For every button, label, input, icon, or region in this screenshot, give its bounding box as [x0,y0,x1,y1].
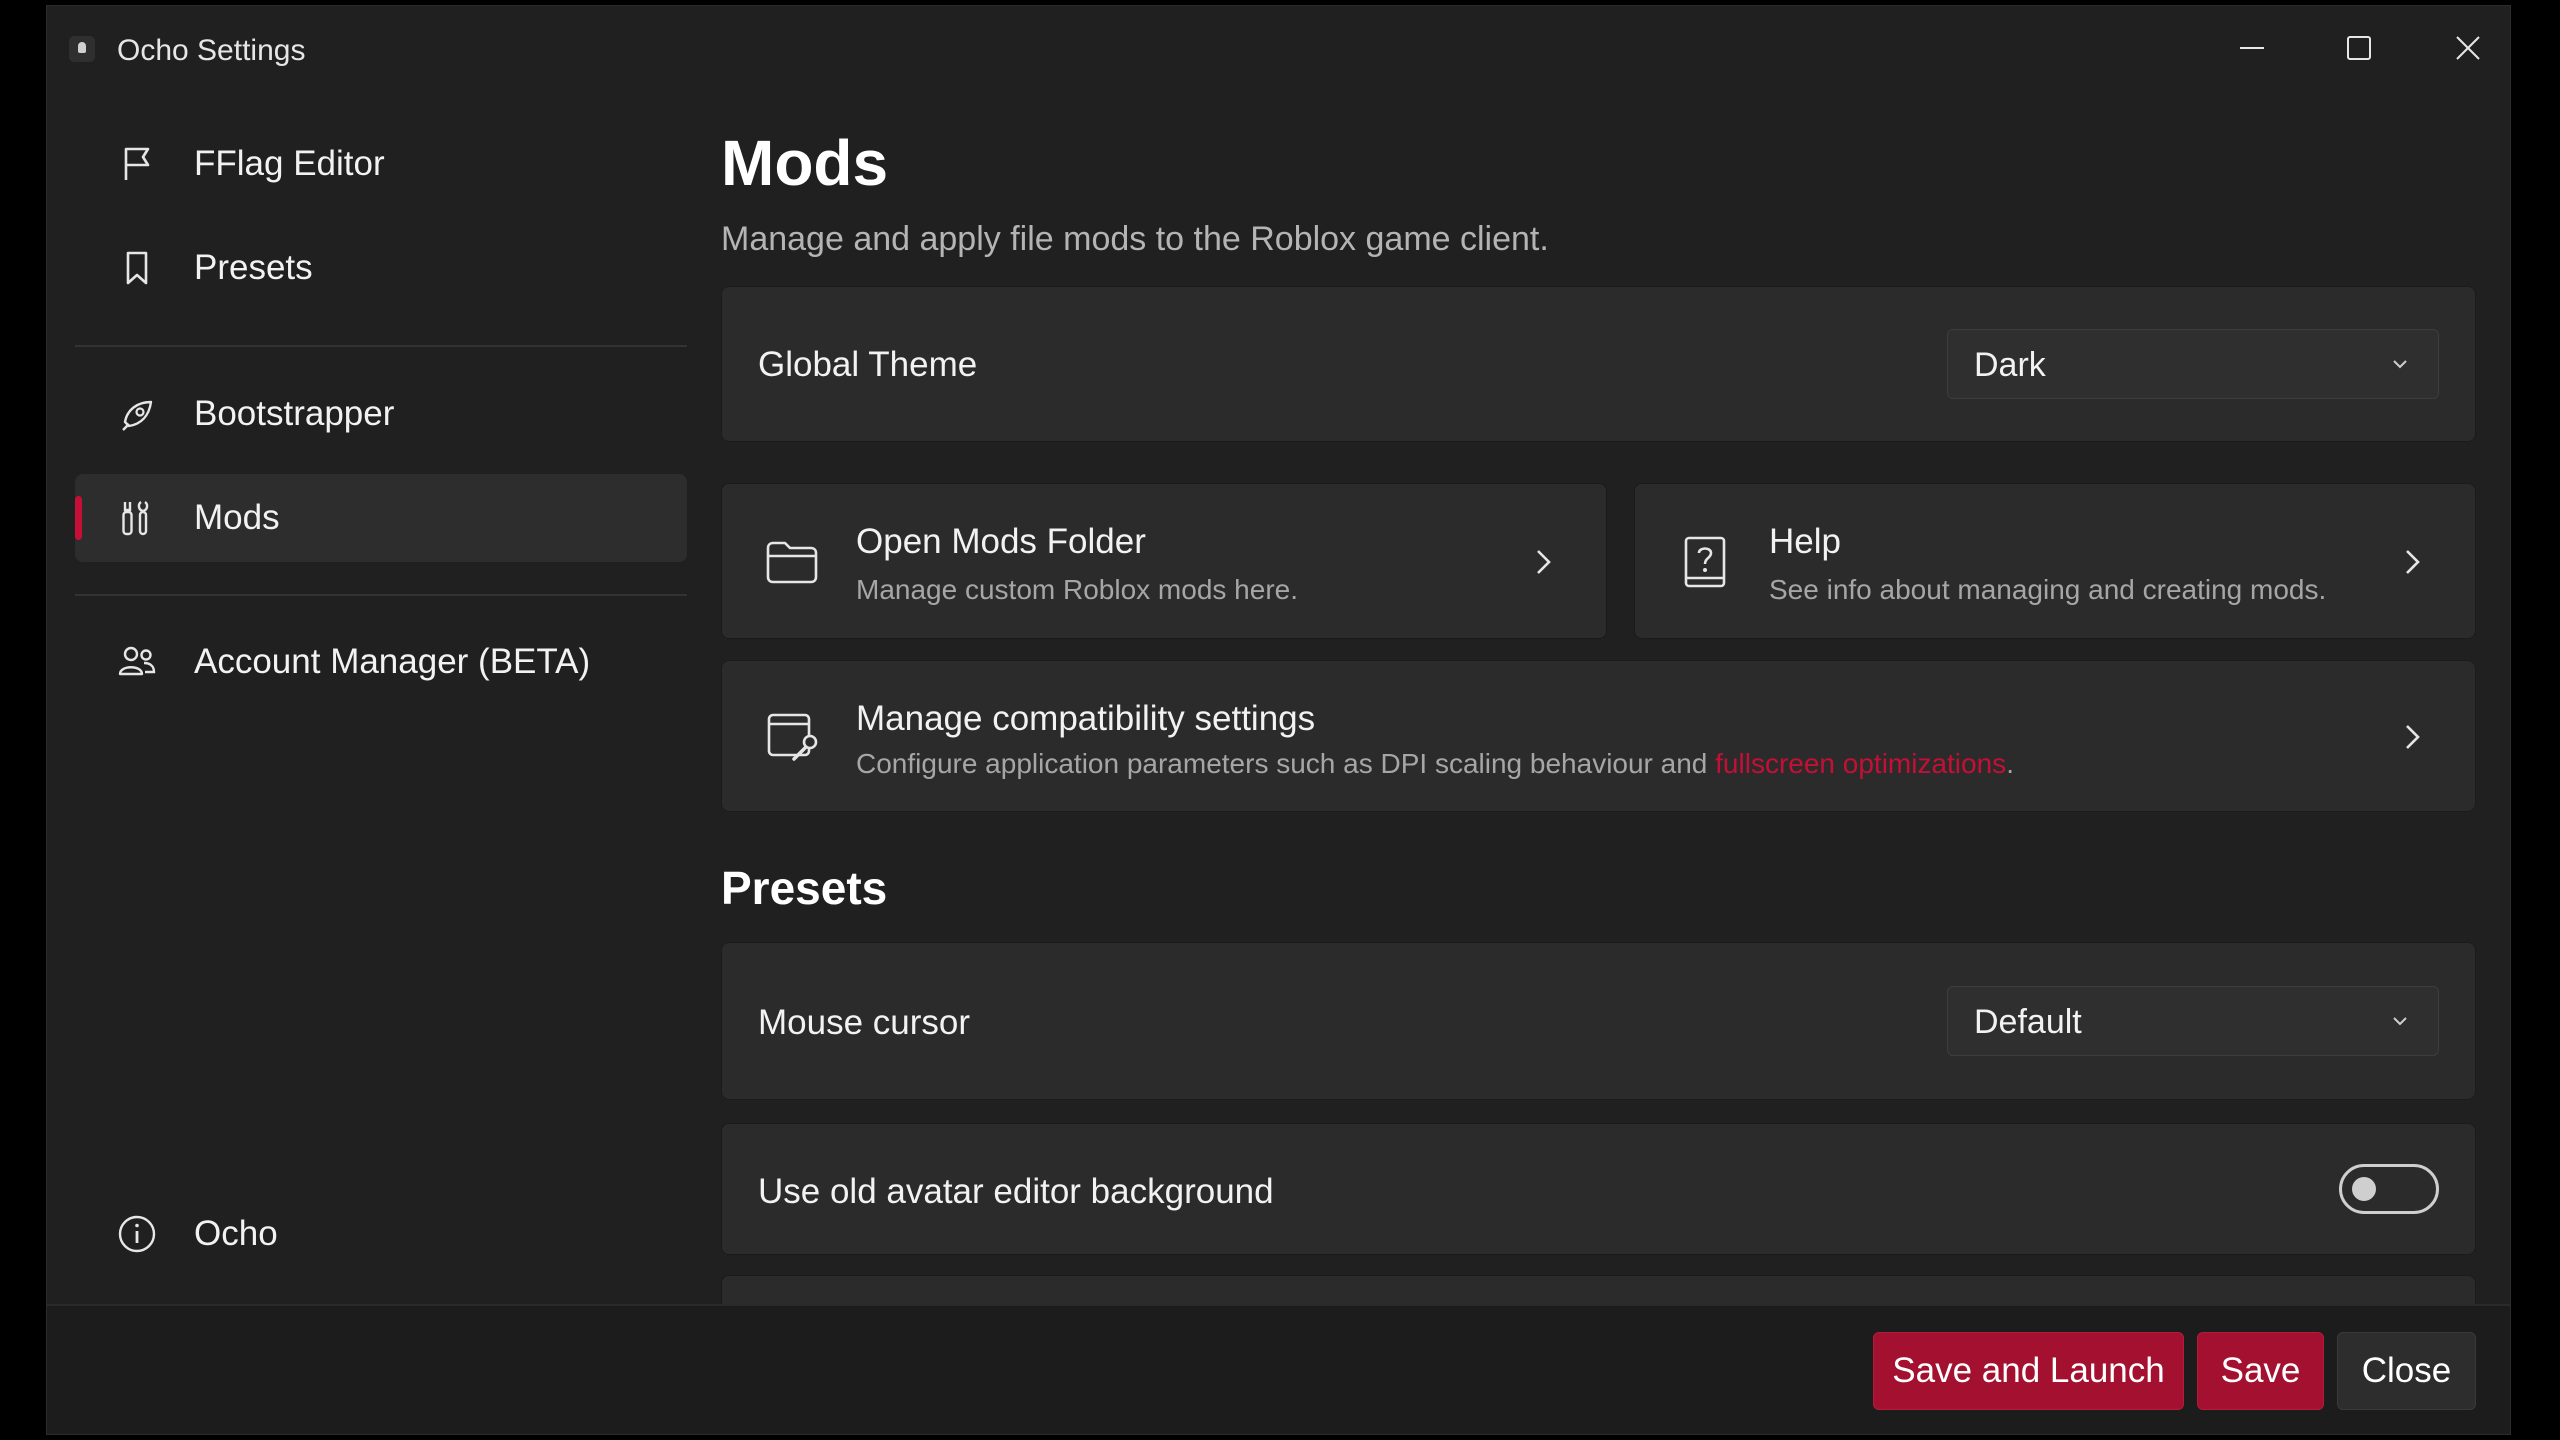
sidebar-item-label: Bootstrapper [194,394,395,433]
toggle-knob [2352,1177,2376,1201]
help-book-icon [1677,534,1733,590]
sidebar-item-label: Mods [194,498,280,537]
compatibility-description-text: Configure application parameters such as… [856,748,1716,779]
sidebar-item-label: Account Manager (BETA) [194,642,591,681]
window-title: Ocho Settings [117,34,306,67]
rocket-icon [117,394,157,434]
sidebar-item-bootstrapper[interactable]: Bootstrapper [75,370,687,458]
mouse-cursor-label: Mouse cursor [758,1003,971,1042]
sidebar-item-label: FFlag Editor [194,144,385,183]
close-button[interactable]: Close [2337,1332,2476,1410]
save-button[interactable]: Save [2197,1332,2324,1410]
minimize-icon [2240,47,2264,49]
sidebar-item-label: Presets [194,248,313,287]
settings-window: Ocho Settings FFlag Editor Presets Boots… [46,5,2511,1435]
help-title: Help [1769,522,1841,561]
folder-icon [764,534,820,590]
chevron-right-icon [2397,547,2427,577]
sidebar: FFlag Editor Presets Bootstrapper Mods A… [47,86,697,1304]
sidebar-item-fflag-editor[interactable]: FFlag Editor [75,120,687,208]
compatibility-settings-card[interactable]: Manage compatibility settings Configure … [721,660,2476,812]
minimize-button[interactable] [2217,20,2287,76]
app-icon [69,36,95,62]
page-subtitle: Manage and apply file mods to the Roblox… [721,220,1549,258]
mouse-cursor-value: Default [1974,1003,2082,1041]
main-content: Mods Manage and apply file mods to the R… [721,86,2496,1304]
bookmark-icon [117,248,157,288]
page-title: Mods [721,127,889,199]
sidebar-divider [75,594,687,596]
help-card[interactable]: Help See info about managing and creatin… [1634,483,2476,639]
old-avatar-bg-card: Use old avatar editor background [721,1123,2476,1255]
window-settings-icon [764,709,820,765]
maximize-icon [2347,36,2371,60]
compatibility-description-end: . [2006,748,2014,779]
sidebar-item-about[interactable]: Ocho [75,1190,687,1278]
chevron-right-icon [2397,722,2427,752]
close-window-button[interactable] [2433,20,2503,76]
title-bar: Ocho Settings [47,6,2510,86]
footer-bar: Save and Launch Save Close [47,1304,2510,1434]
presets-section-title: Presets [721,862,888,914]
global-theme-value: Dark [1974,346,2046,384]
next-setting-card [721,1275,2476,1304]
sidebar-item-label: Ocho [194,1214,278,1253]
compatibility-title: Manage compatibility settings [856,699,1316,738]
sidebar-item-mods[interactable]: Mods [75,474,687,562]
info-icon [117,1214,157,1254]
sidebar-item-presets[interactable]: Presets [75,224,687,312]
open-mods-folder-card[interactable]: Open Mods Folder Manage custom Roblox mo… [721,483,1607,639]
close-icon [2456,36,2480,60]
wrench-screwdriver-icon [117,498,157,538]
global-theme-dropdown[interactable]: Dark [1947,329,2439,399]
open-mods-folder-title: Open Mods Folder [856,522,1146,561]
people-icon [117,642,157,682]
chevron-down-icon [2393,1017,2407,1026]
maximize-button[interactable] [2324,20,2394,76]
save-and-launch-button[interactable]: Save and Launch [1873,1332,2184,1410]
chevron-right-icon [1528,547,1558,577]
open-mods-folder-description: Manage custom Roblox mods here. [856,574,1298,605]
fullscreen-optimizations-link[interactable]: fullscreen optimizations [1715,748,2006,779]
sidebar-item-account-manager[interactable]: Account Manager (BETA) [75,618,687,706]
global-theme-label: Global Theme [758,345,978,384]
mouse-cursor-card: Mouse cursor Default [721,942,2476,1100]
mouse-cursor-dropdown[interactable]: Default [1947,986,2439,1056]
compatibility-description: Configure application parameters such as… [856,748,2014,780]
sidebar-divider [75,345,687,347]
old-avatar-bg-label: Use old avatar editor background [758,1172,1274,1211]
global-theme-card: Global Theme Dark [721,286,2476,442]
chevron-down-icon [2393,360,2407,369]
flag-icon [117,144,157,184]
help-description: See info about managing and creating mod… [1769,574,2327,605]
old-avatar-bg-toggle[interactable] [2339,1164,2439,1214]
